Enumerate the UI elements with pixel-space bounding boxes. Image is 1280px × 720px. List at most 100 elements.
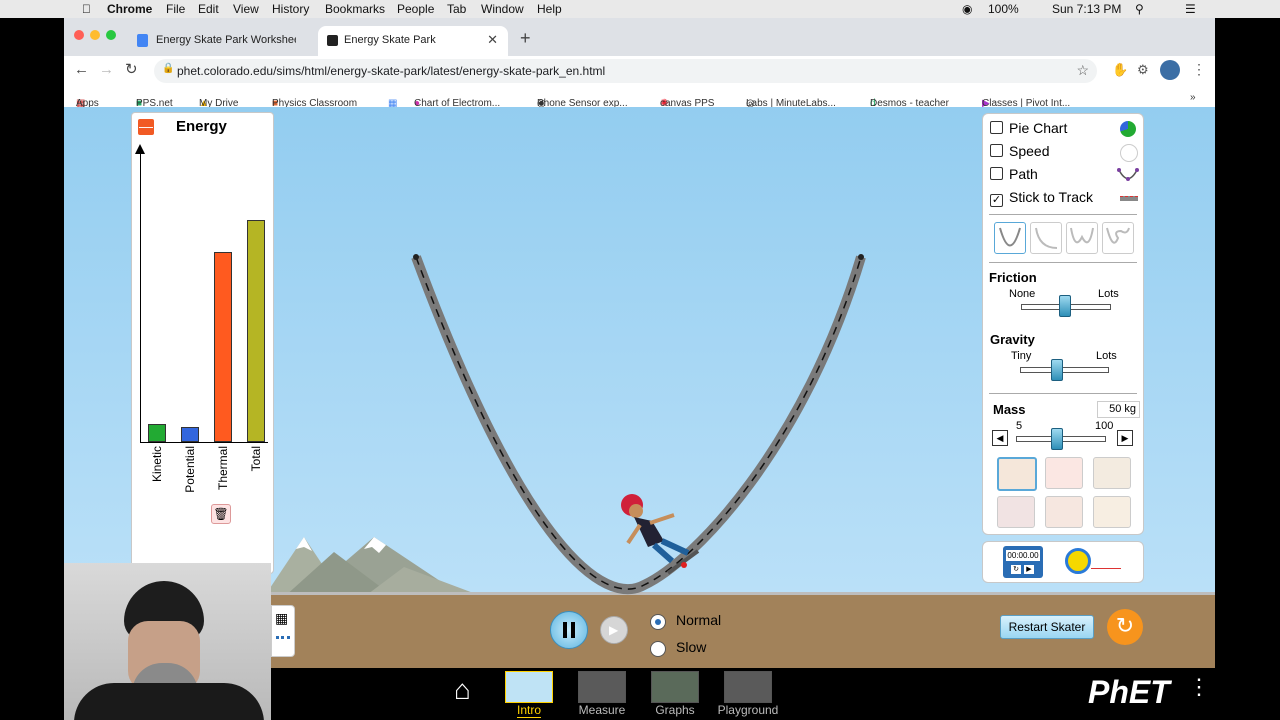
gravity-slider-track[interactable] (1020, 367, 1109, 373)
energy-bar-kinetic (148, 424, 166, 442)
chrome-menu-icon[interactable]: ⋮ (1192, 61, 1206, 78)
pause-icon (563, 622, 567, 638)
checkbox-box[interactable] (990, 144, 1003, 157)
divider (989, 393, 1137, 394)
screen-label: Measure (578, 703, 626, 717)
toolbar: ← → ↻ 🔒 phet.colorado.edu/sims/html/ener… (64, 56, 1215, 86)
wifi-icon[interactable]: ◉ (962, 2, 972, 16)
menu-people[interactable]: People (397, 2, 434, 16)
stopwatch-tool[interactable]: 00:00.00 ↻ ▶ (1003, 546, 1043, 578)
new-tab-button[interactable]: + (520, 28, 531, 49)
checkbox-path[interactable]: Path (990, 166, 1038, 182)
bookmark-star-icon[interactable]: ☆ (1076, 62, 1089, 79)
extensions-puzzle-icon[interactable]: ⚙ (1137, 62, 1149, 78)
path-icon (1117, 168, 1139, 181)
bookmarks-overflow-icon[interactable]: » (1190, 92, 1196, 103)
control-center-icon[interactable]: ☰ (1185, 2, 1196, 16)
menu-clock[interactable]: Sun 7:13 PM (1052, 2, 1121, 16)
track-double-well-button[interactable] (1066, 222, 1098, 254)
checkbox-pie-chart[interactable]: Pie Chart (990, 120, 1067, 136)
skater-choice-5[interactable] (1045, 496, 1083, 528)
speedometer-icon (1120, 144, 1138, 162)
mass-increment-button[interactable]: ▶ (1117, 430, 1133, 446)
screen-intro-button[interactable]: Intro (504, 671, 554, 718)
skater-choice-dog[interactable] (1093, 496, 1131, 528)
apple-icon[interactable]:  (82, 2, 91, 16)
tab-title: Energy Skate Park Worksheet (156, 34, 296, 46)
skater-choice-3[interactable] (1093, 457, 1131, 489)
profile-avatar[interactable] (1160, 60, 1180, 80)
friction-min-label: None (1009, 288, 1036, 300)
home-icon[interactable]: ⌂ (454, 676, 471, 704)
spotlight-search-icon[interactable]: ⚲ (1135, 2, 1144, 16)
back-icon[interactable]: ← (74, 61, 89, 78)
mass-readout: 50 kg (1097, 401, 1140, 418)
webcam-overlay (64, 563, 271, 720)
address-bar[interactable]: 🔒 phet.colorado.edu/sims/html/energy-ska… (154, 59, 1097, 83)
screen-graphs-button[interactable]: Graphs (649, 671, 701, 717)
menu-file[interactable]: File (166, 2, 185, 16)
extension-hand-icon[interactable]: ✋ (1112, 62, 1128, 78)
friction-title: Friction (989, 270, 1037, 285)
gravity-min-label: Tiny (1011, 350, 1032, 362)
tab-energy-skate-park[interactable]: Energy Skate Park ✕ (318, 26, 508, 56)
skater[interactable] (612, 491, 712, 591)
menu-history[interactable]: History (272, 2, 309, 16)
skater-choice-4[interactable] (997, 496, 1035, 528)
maximize-window-button[interactable] (106, 30, 116, 40)
skater-choice-2[interactable] (1045, 457, 1083, 489)
mac-menu-bar:  Chrome File Edit View History Bookmark… (0, 0, 1280, 18)
close-tab-icon[interactable]: ✕ (487, 32, 498, 48)
grid-icon: ▦ (275, 610, 289, 626)
menu-bookmarks[interactable]: Bookmarks (325, 2, 385, 16)
phet-menu-icon[interactable]: ⋮ (1188, 676, 1210, 698)
screen-label: Graphs (655, 703, 695, 717)
mass-slider-thumb[interactable] (1051, 428, 1064, 450)
menu-view[interactable]: View (233, 2, 259, 16)
restart-skater-button[interactable]: Restart Skater (1000, 615, 1094, 639)
battery-percent[interactable]: 100% (988, 2, 1019, 16)
skater-choice-1[interactable] (997, 457, 1037, 491)
minimize-window-button[interactable] (90, 30, 100, 40)
friction-slider-thumb[interactable] (1059, 295, 1071, 317)
stopwatch-play-icon: ▶ (1024, 565, 1034, 574)
collapse-panel-button[interactable]: — (138, 119, 154, 135)
checkbox-box[interactable]: ✓ (990, 194, 1003, 207)
energy-title: Energy (176, 118, 227, 135)
mass-title: Mass (993, 402, 1026, 417)
reload-icon[interactable]: ↻ (125, 60, 138, 78)
checkbox-box[interactable] (990, 121, 1003, 134)
checkbox-box[interactable] (990, 167, 1003, 180)
close-window-button[interactable] (74, 30, 84, 40)
screen-playground-button[interactable]: Playground (715, 671, 781, 717)
speed-slow-radio[interactable] (650, 641, 666, 657)
measure-thumbnail (578, 671, 626, 703)
mass-decrement-button[interactable]: ◀ (992, 430, 1008, 446)
clear-thermal-trash-icon[interactable]: 🗑 (211, 504, 231, 524)
checkbox-label: Speed (1009, 143, 1050, 159)
track-loop-button[interactable] (1102, 222, 1134, 254)
url-text: phet.colorado.edu/sims/html/energy-skate… (177, 64, 606, 78)
phet-logo[interactable]: PhET (1088, 676, 1170, 708)
menu-window[interactable]: Window (481, 2, 524, 16)
reset-all-button[interactable]: ↻ (1107, 609, 1143, 645)
menu-tab[interactable]: Tab (447, 2, 466, 16)
track-v-shape-button[interactable] (994, 222, 1026, 254)
screen-measure-button[interactable]: Measure (575, 671, 629, 717)
checkbox-speed[interactable]: Speed (990, 143, 1049, 159)
menu-edit[interactable]: Edit (198, 2, 219, 16)
track-ramp-button[interactable] (1030, 222, 1062, 254)
gravity-slider-thumb[interactable] (1051, 359, 1064, 381)
measuring-tape-tool[interactable] (1065, 548, 1091, 574)
checkbox-stick-to-track[interactable]: ✓ Stick to Track (990, 189, 1093, 207)
tab-worksheet[interactable]: Energy Skate Park Worksheet (130, 26, 318, 56)
step-forward-button[interactable]: ▶ (600, 616, 628, 644)
grid-toggle-button[interactable]: ▦ (271, 605, 295, 657)
menu-help[interactable]: Help (537, 2, 562, 16)
speed-normal-radio[interactable] (650, 614, 666, 630)
divider (989, 262, 1137, 263)
menu-app-name[interactable]: Chrome (107, 2, 152, 16)
forward-icon[interactable]: → (99, 61, 114, 78)
pause-button[interactable] (550, 611, 588, 649)
pause-icon (571, 622, 575, 638)
